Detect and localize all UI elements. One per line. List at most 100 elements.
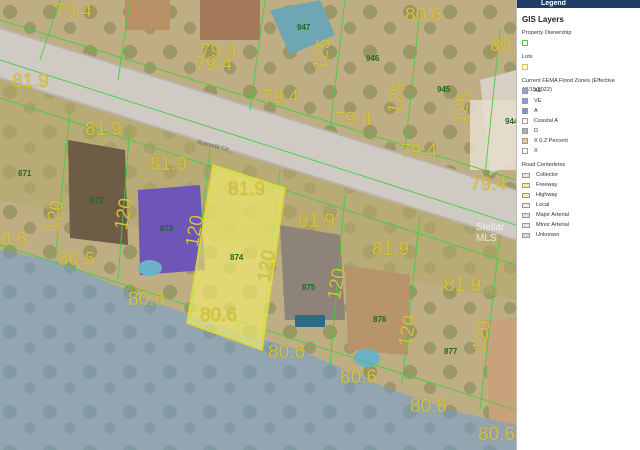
- road-label: Highway: [536, 192, 558, 198]
- road-row: Local: [522, 200, 640, 210]
- road-list: Collector Freeway Highway Local Major Arteri…: [517, 170, 640, 240]
- dim-label: 81.9: [228, 179, 265, 200]
- lot-number: 877: [444, 347, 458, 356]
- dim-label: 81.9: [372, 239, 409, 260]
- flood-zone-label: D: [534, 128, 539, 134]
- dim-label: 125: [309, 36, 336, 72]
- lots-swatch: [522, 64, 528, 70]
- map-view[interactable]: Rotonda Cir Stellar MLS 79.4 79.4 79.4 1…: [0, 0, 516, 450]
- road-row: Highway: [522, 190, 640, 200]
- road-label: Major Arterial: [536, 212, 569, 218]
- road-label: Local: [536, 202, 550, 208]
- dim-label: 80.6: [268, 342, 305, 363]
- dim-label: 80.6: [490, 35, 516, 56]
- dim-label: 79.4: [55, 1, 92, 22]
- flood-zone-swatch: [522, 148, 528, 154]
- dim-label: 80.6: [478, 424, 515, 445]
- flood-zones-title: Current FEMA Flood Zones (Effective 12/1…: [522, 78, 615, 93]
- flood-zone-row: VE: [522, 96, 640, 106]
- dim-label: 79.4: [470, 174, 507, 195]
- property-ownership-swatch-row: [522, 38, 640, 48]
- lot-number: 874: [230, 253, 244, 262]
- road-row: Collector: [522, 170, 640, 180]
- dim-label: 81.9: [12, 71, 49, 92]
- dim-label: 120: [469, 318, 496, 354]
- road-row: Major Arterial: [522, 210, 640, 220]
- legend-header: Legend: [517, 0, 640, 8]
- lot-number: 945: [437, 85, 451, 94]
- road-label: Minor Arterial: [536, 222, 569, 228]
- flood-zone-row: X 0.2 Percent: [522, 136, 640, 146]
- dim-label: 120: [395, 313, 422, 349]
- dim-label: 80.6: [58, 249, 95, 270]
- road-row: Unknown: [522, 230, 640, 240]
- flood-zone-label: X: [534, 148, 538, 154]
- lot-number: 872: [90, 196, 104, 205]
- road-swatch: [522, 212, 530, 218]
- property-ownership-label: Property Ownership: [522, 30, 572, 36]
- flood-zone-swatch: [522, 98, 528, 104]
- road-swatch: [522, 222, 530, 228]
- road-centerlines-title: Road Centerlines: [522, 162, 566, 168]
- dim-label: 81.9: [298, 211, 335, 232]
- flood-zone-label: VE: [534, 98, 542, 104]
- dim-label: 79.4: [400, 141, 437, 162]
- flood-zone-row: Coastal A: [522, 116, 640, 126]
- flood-zone-swatch: [522, 128, 528, 134]
- flood-zone-swatch: [522, 118, 528, 124]
- lot-number: 875: [302, 283, 316, 292]
- flood-zone-row: A: [522, 106, 640, 116]
- legend-panel: Legend GIS Layers Property Ownership Lot…: [516, 0, 640, 450]
- dim-label: 125: [449, 90, 476, 126]
- lot-number: 873: [160, 224, 174, 233]
- lots-swatch-row: [522, 62, 640, 72]
- lots-label: Lots: [522, 54, 533, 60]
- dim-label: 120: [111, 196, 138, 232]
- dim-label: 80.6: [200, 305, 237, 326]
- dim-label: 0.6: [0, 229, 27, 250]
- dim-label: 125: [384, 80, 411, 116]
- road-swatch: [522, 182, 530, 188]
- dim-label: 120: [324, 266, 351, 302]
- road-swatch: [522, 232, 530, 238]
- dim-label: 81.9: [85, 119, 122, 140]
- legend-title: GIS Layers: [522, 15, 564, 24]
- dim-label: 79.4: [262, 87, 299, 108]
- flood-zone-row: X: [522, 146, 640, 156]
- aerial-imagery: [0, 0, 516, 450]
- dim-label: 120: [254, 248, 281, 284]
- flood-zone-row: D: [522, 126, 640, 136]
- road-label: Freeway: [536, 182, 558, 188]
- flood-zone-label: Coastal A: [534, 118, 558, 124]
- flood-zone-swatch: [522, 88, 528, 94]
- dim-label: 80.6: [410, 396, 447, 417]
- lot-number: 944: [505, 117, 516, 126]
- property-ownership-swatch: [522, 40, 528, 46]
- dim-label: 120: [182, 213, 209, 249]
- dim-label: 81.9: [150, 154, 187, 175]
- watermark: Stellar MLS: [476, 222, 505, 244]
- dim-label: 80.6: [340, 367, 377, 388]
- dim-label: 120: [42, 198, 69, 234]
- road-swatch: [522, 202, 530, 208]
- dim-label: 81.9: [444, 275, 481, 296]
- dim-label: 80.6: [405, 5, 442, 26]
- flood-zone-swatch: [522, 138, 528, 144]
- lot-number: 876: [373, 315, 387, 324]
- road-label: Collector: [536, 172, 559, 178]
- road-label: Unknown: [536, 232, 560, 238]
- dim-label: 79.4: [335, 109, 372, 130]
- dim-label: 79.4: [200, 41, 237, 62]
- flood-zone-label: X 0.2 Percent: [534, 138, 568, 144]
- road-row: Minor Arterial: [522, 220, 640, 230]
- flood-zone-list: AE VE A Coastal A D X 0.2 Percent X: [517, 86, 640, 156]
- lot-number: 947: [297, 23, 311, 32]
- flood-zone-label: AE: [534, 88, 542, 94]
- lot-number: 871: [18, 169, 32, 178]
- flood-zone-label: A: [534, 108, 538, 114]
- road-swatch: [522, 172, 530, 178]
- lot-number: 946: [366, 54, 380, 63]
- dim-label: 80.6: [128, 289, 165, 310]
- flood-zone-swatch: [522, 108, 528, 114]
- road-swatch: [522, 192, 530, 198]
